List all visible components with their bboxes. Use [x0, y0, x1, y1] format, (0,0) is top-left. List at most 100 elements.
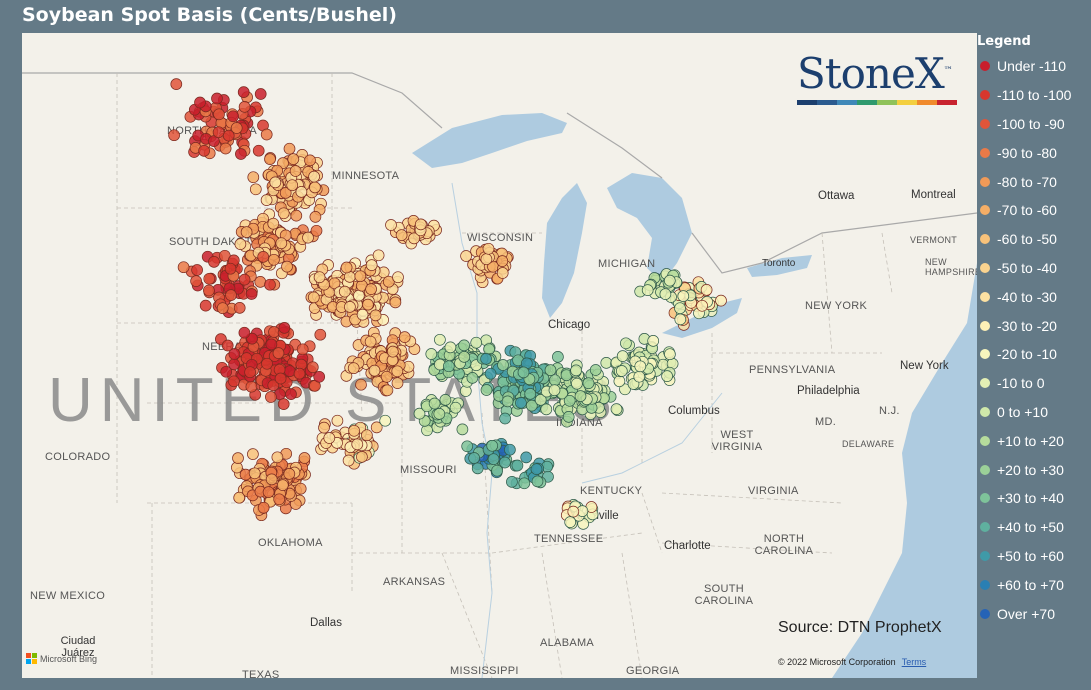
basis-marker[interactable] — [487, 453, 500, 466]
legend-item[interactable]: Over +70 — [977, 599, 1091, 628]
basis-marker[interactable] — [610, 403, 623, 415]
basis-marker[interactable] — [661, 370, 673, 382]
basis-marker[interactable] — [331, 414, 344, 427]
basis-marker[interactable] — [318, 421, 330, 434]
basis-marker[interactable] — [504, 443, 516, 456]
basis-marker[interactable] — [199, 299, 212, 312]
basis-marker[interactable] — [615, 365, 628, 377]
basis-marker[interactable] — [298, 452, 311, 464]
basis-marker[interactable] — [391, 377, 404, 389]
basis-marker[interactable] — [265, 391, 277, 403]
legend-item[interactable]: 0 to +10 — [977, 398, 1091, 427]
basis-marker[interactable] — [364, 335, 377, 348]
basis-marker[interactable] — [466, 372, 479, 384]
basis-marker[interactable] — [461, 440, 474, 453]
basis-marker[interactable] — [313, 370, 326, 383]
basis-marker[interactable] — [244, 366, 256, 379]
basis-marker[interactable] — [392, 271, 404, 284]
basis-marker[interactable] — [220, 365, 233, 378]
basis-marker[interactable] — [274, 372, 287, 385]
basis-marker[interactable] — [208, 256, 220, 268]
basis-marker[interactable] — [677, 290, 690, 302]
basis-marker[interactable] — [518, 477, 531, 490]
basis-marker[interactable] — [284, 365, 296, 377]
basis-marker[interactable] — [267, 217, 280, 230]
basis-marker[interactable] — [368, 364, 381, 377]
basis-marker[interactable] — [245, 288, 258, 300]
basis-marker[interactable] — [268, 253, 280, 266]
basis-marker[interactable] — [283, 142, 296, 155]
basis-marker[interactable] — [224, 262, 237, 275]
legend-item[interactable]: -40 to -30 — [977, 282, 1091, 311]
basis-marker[interactable] — [191, 264, 203, 276]
basis-marker[interactable] — [414, 218, 427, 231]
basis-marker[interactable] — [227, 110, 239, 123]
basis-marker[interactable] — [216, 302, 229, 315]
basis-marker[interactable] — [564, 516, 577, 528]
basis-marker[interactable] — [254, 276, 267, 288]
basis-marker[interactable] — [439, 394, 452, 406]
basis-marker[interactable] — [265, 473, 278, 486]
basis-marker[interactable] — [674, 302, 686, 315]
basis-marker[interactable] — [480, 253, 493, 266]
basis-marker[interactable] — [544, 364, 557, 376]
basis-marker[interactable] — [641, 284, 654, 296]
basis-marker[interactable] — [491, 464, 503, 477]
basis-marker[interactable] — [361, 429, 373, 442]
basis-marker[interactable] — [548, 384, 561, 397]
basis-marker[interactable] — [225, 289, 237, 301]
basis-marker[interactable] — [342, 454, 355, 467]
basis-marker[interactable] — [571, 377, 583, 390]
basis-marker[interactable] — [613, 375, 626, 388]
terms-link[interactable]: Terms — [902, 657, 927, 667]
legend-item[interactable]: -50 to -40 — [977, 254, 1091, 283]
basis-marker[interactable] — [552, 351, 564, 363]
basis-marker[interactable] — [283, 468, 296, 480]
basis-marker[interactable] — [634, 360, 647, 373]
basis-marker[interactable] — [354, 270, 367, 283]
basis-marker[interactable] — [562, 411, 575, 423]
basis-marker[interactable] — [257, 251, 270, 263]
basis-marker[interactable] — [468, 452, 480, 464]
basis-marker[interactable] — [203, 272, 216, 285]
basis-marker[interactable] — [356, 308, 369, 321]
basis-marker[interactable] — [281, 260, 293, 273]
legend-item[interactable]: +10 to +20 — [977, 426, 1091, 455]
legend-item[interactable]: +30 to +40 — [977, 484, 1091, 513]
basis-marker[interactable] — [524, 388, 537, 400]
basis-marker[interactable] — [428, 397, 441, 410]
basis-marker[interactable] — [700, 284, 713, 296]
basis-marker[interactable] — [434, 333, 446, 346]
basis-marker[interactable] — [198, 145, 210, 157]
basis-marker[interactable] — [211, 92, 223, 105]
basis-marker[interactable] — [444, 341, 457, 354]
legend-item[interactable]: +20 to +30 — [977, 455, 1091, 484]
basis-marker[interactable] — [372, 249, 385, 262]
basis-marker[interactable] — [659, 288, 672, 300]
basis-marker[interactable] — [499, 412, 511, 425]
basis-marker[interactable] — [170, 78, 183, 90]
basis-marker[interactable] — [304, 154, 316, 167]
basis-marker[interactable] — [570, 364, 582, 377]
basis-marker[interactable] — [261, 357, 273, 370]
basis-marker[interactable] — [696, 299, 708, 312]
basis-marker[interactable] — [389, 296, 402, 309]
basis-marker[interactable] — [264, 153, 276, 165]
basis-marker[interactable] — [515, 397, 527, 409]
basis-marker[interactable] — [194, 96, 206, 109]
basis-marker[interactable] — [190, 275, 202, 287]
basis-marker[interactable] — [302, 231, 314, 244]
basis-marker[interactable] — [306, 361, 319, 374]
basis-marker[interactable] — [582, 377, 595, 390]
basis-marker[interactable] — [276, 479, 289, 491]
basis-marker[interactable] — [287, 153, 300, 165]
basis-marker[interactable] — [369, 309, 382, 322]
basis-marker[interactable] — [458, 351, 471, 363]
basis-marker[interactable] — [313, 271, 326, 284]
basis-marker[interactable] — [499, 456, 511, 469]
legend-item[interactable]: -30 to -20 — [977, 311, 1091, 340]
basis-marker[interactable] — [285, 388, 297, 400]
basis-marker[interactable] — [381, 384, 394, 397]
basis-marker[interactable] — [309, 211, 322, 223]
basis-marker[interactable] — [379, 414, 392, 427]
